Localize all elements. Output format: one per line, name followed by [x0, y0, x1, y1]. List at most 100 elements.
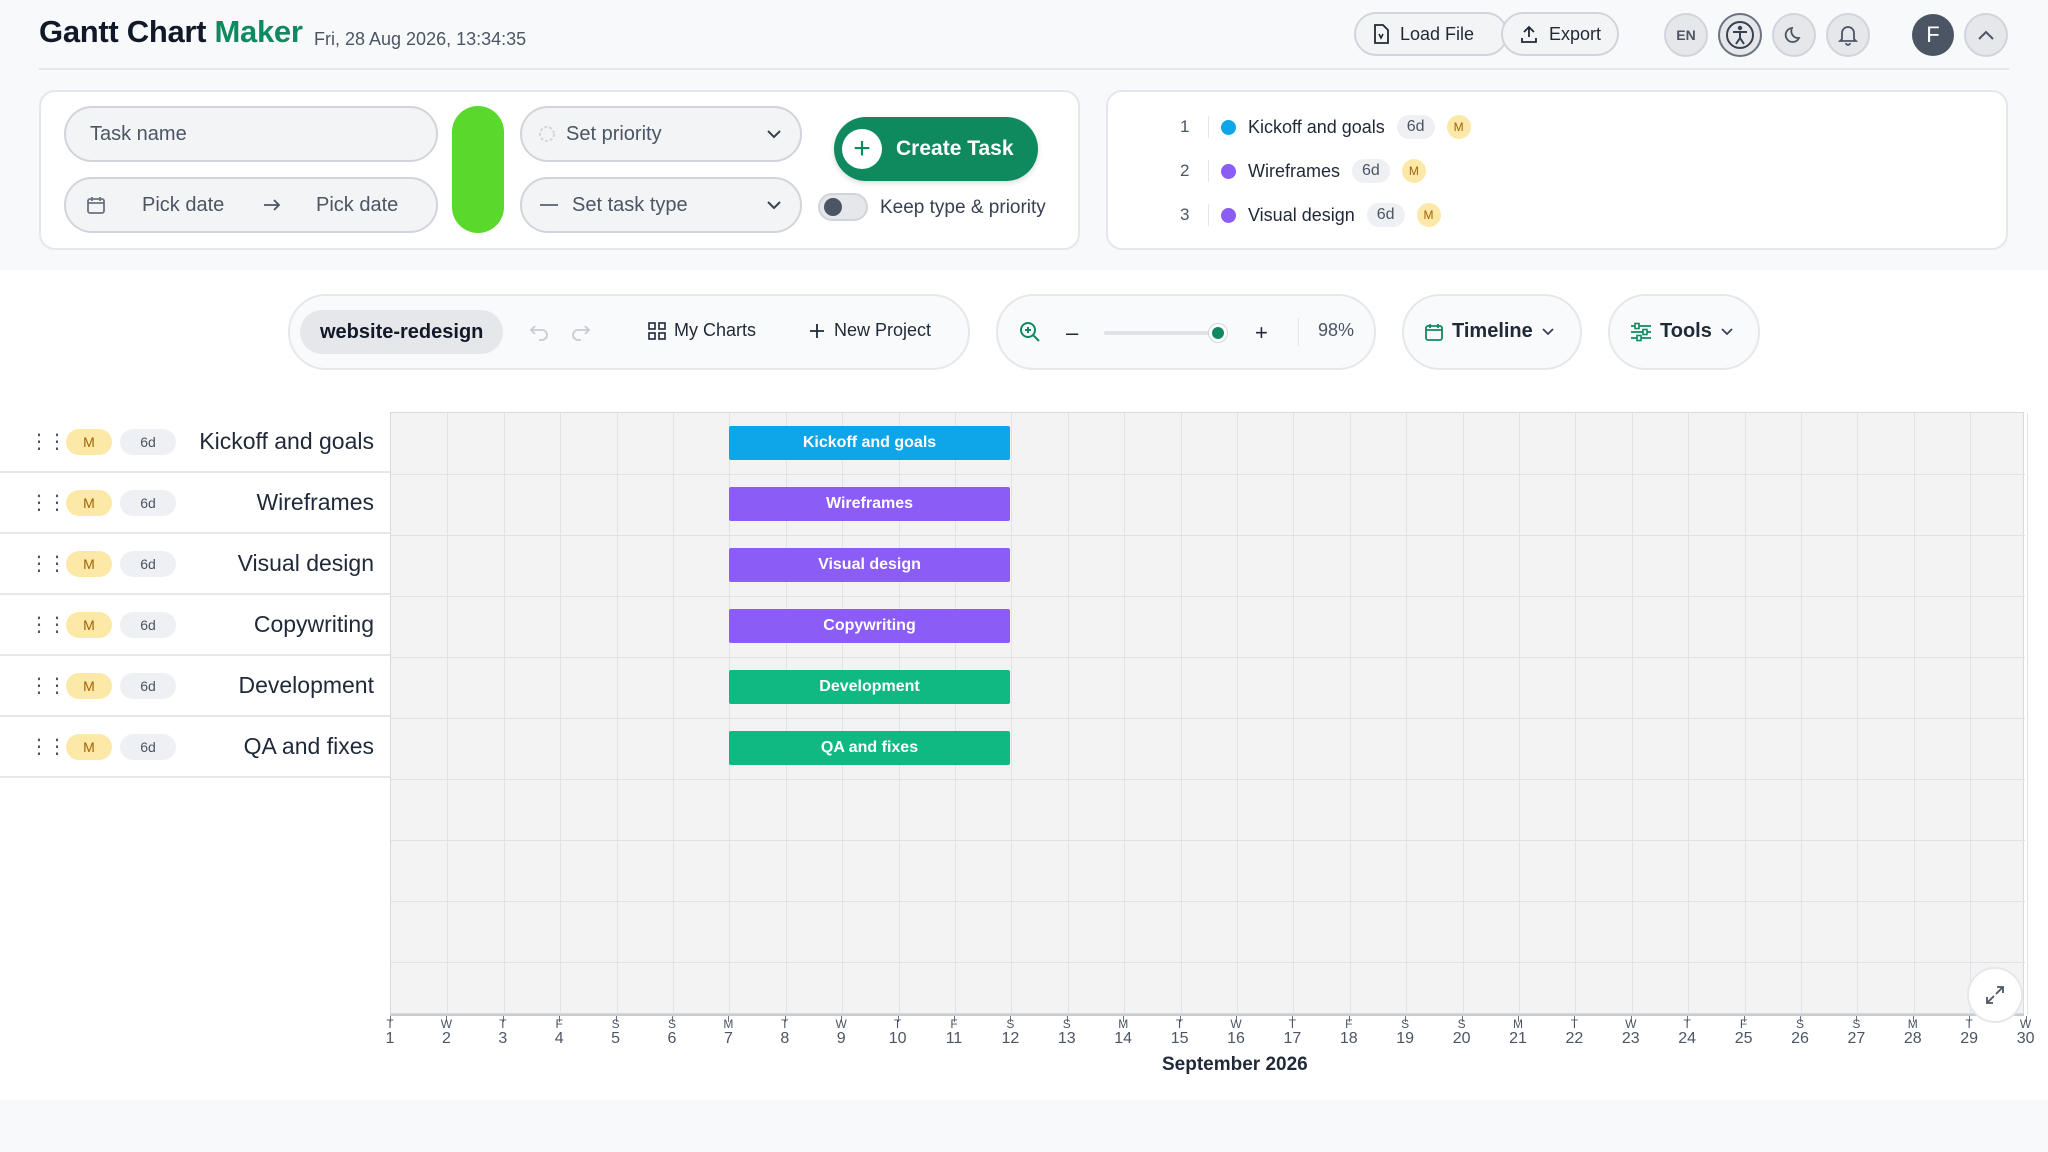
- load-file-button[interactable]: Load File: [1354, 12, 1508, 56]
- preview-item[interactable]: 3 Visual design 6d M: [1180, 200, 1441, 230]
- task-row[interactable]: ⋮⋮ M 6d Copywriting: [0, 595, 390, 656]
- calendar-icon: [87, 197, 105, 214]
- grid-row-line: [391, 840, 2025, 841]
- axis-date-label: 22: [1565, 1030, 1584, 1047]
- drag-handle-icon[interactable]: ⋮⋮: [29, 429, 67, 454]
- priority-badge: M: [66, 672, 112, 699]
- axis-date-label: 1: [385, 1030, 395, 1047]
- priority-select[interactable]: Set priority: [520, 106, 802, 162]
- chevron-down-icon: [1721, 327, 1733, 335]
- axis-date-label: 18: [1339, 1030, 1358, 1047]
- drag-handle-icon[interactable]: ⋮⋮: [29, 490, 67, 515]
- axis-day-label: T: [893, 1017, 902, 1031]
- task-bar[interactable]: Wireframes: [729, 487, 1010, 521]
- grid-column-line: [616, 413, 618, 1015]
- duration-badge: 6d: [120, 489, 176, 516]
- chevron-up-icon: [1978, 30, 1994, 40]
- zoom-slider-handle[interactable]: [1208, 324, 1227, 342]
- app-title-accent: Maker: [214, 14, 303, 49]
- axis-date-label: 6: [667, 1030, 677, 1047]
- axis-date-label: 4: [554, 1030, 564, 1047]
- redo-icon[interactable]: [570, 322, 592, 342]
- axis-date-label: 8: [780, 1030, 790, 1047]
- axis-date-label: 11: [945, 1030, 963, 1047]
- timeline-button[interactable]: Timeline: [1424, 320, 1555, 343]
- tools-button[interactable]: Tools: [1630, 320, 1734, 343]
- timeline-axis: T 1 W 2 T 3 F 4 S 5 S 6 M 7 T 8 W 9 T 10 F 11 S 12 S 13 M 14 T 15 W 16 T…: [386, 1014, 2034, 1050]
- axis-date-label: 15: [1170, 1030, 1189, 1047]
- grid-column-line: [1801, 413, 1802, 1015]
- drag-handle-icon[interactable]: ⋮⋮: [29, 734, 67, 759]
- project-name[interactable]: website-redesign: [300, 310, 504, 354]
- keep-type-toggle[interactable]: [818, 193, 868, 221]
- axis-date-label: 3: [498, 1030, 508, 1047]
- task-name-input[interactable]: Task name: [64, 106, 438, 162]
- export-button[interactable]: Export: [1501, 12, 1619, 56]
- axis-date-label: 23: [1621, 1030, 1640, 1047]
- axis-day-label: S: [1006, 1017, 1015, 1031]
- zoom-slider[interactable]: [1104, 324, 1227, 342]
- language-button[interactable]: EN: [1664, 13, 1708, 57]
- axis-date-label: 28: [1903, 1030, 1922, 1047]
- calendar-icon: [1425, 323, 1443, 341]
- axis-day-label: T: [386, 1017, 394, 1031]
- axis-day-label: S: [611, 1017, 620, 1031]
- grid-column-line: [1011, 413, 1013, 1015]
- preview-item[interactable]: 2 Wireframes 6d M: [1180, 156, 1426, 186]
- new-project-button[interactable]: New Project: [808, 320, 931, 341]
- collapse-header-button[interactable]: [1964, 13, 2008, 57]
- expand-icon: [1986, 986, 2004, 1004]
- task-row[interactable]: ⋮⋮ M 6d Kickoff and goals: [0, 412, 390, 473]
- keep-type-label: Keep type & priority: [880, 197, 1046, 218]
- fullscreen-button[interactable]: [1967, 967, 2023, 1023]
- my-charts-button[interactable]: My Charts: [648, 320, 756, 341]
- date-range-input[interactable]: Pick date Pick date: [64, 177, 438, 233]
- drag-handle-icon[interactable]: ⋮⋮: [29, 673, 67, 698]
- task-type-select[interactable]: Set task type: [520, 177, 802, 233]
- axis-day-label: F: [950, 1017, 958, 1031]
- task-color-picker[interactable]: [452, 106, 504, 233]
- task-name: Copywriting: [253, 611, 374, 637]
- grid-row-line: [391, 901, 2025, 902]
- create-task-label: Create Task: [896, 137, 1014, 160]
- task-row[interactable]: ⋮⋮ M 6d QA and fixes: [0, 717, 390, 778]
- grid-column-line: [1575, 413, 1577, 1015]
- toggle-knob: [824, 198, 842, 216]
- zoom-in-icon[interactable]: [1019, 321, 1041, 343]
- task-bar[interactable]: QA and fixes: [729, 731, 1010, 765]
- zoom-out-button[interactable]: –: [1066, 320, 1078, 346]
- task-row[interactable]: ⋮⋮ M 6d Wireframes: [0, 473, 390, 534]
- task-row[interactable]: ⋮⋮ M 6d Development: [0, 656, 390, 717]
- task-row[interactable]: ⋮⋮ M 6d Visual design: [0, 534, 390, 595]
- grid-column-line: [1406, 413, 1408, 1015]
- create-task-button[interactable]: + Create Task: [834, 117, 1038, 181]
- task-bar[interactable]: Development: [729, 670, 1010, 704]
- user-avatar[interactable]: F: [1912, 14, 1954, 56]
- zoom-in-button[interactable]: +: [1255, 320, 1268, 346]
- notifications-button[interactable]: [1826, 13, 1870, 57]
- dark-mode-button[interactable]: [1772, 13, 1816, 57]
- axis-date-label: 13: [1057, 1030, 1076, 1047]
- app-title: Gantt Chart Maker: [39, 14, 303, 50]
- axis-date-label: 12: [1001, 1030, 1020, 1047]
- axis-day-label: T: [499, 1017, 507, 1031]
- axis-date-label: 19: [1396, 1030, 1415, 1047]
- plus-icon: [810, 323, 824, 338]
- undo-icon[interactable]: [528, 322, 550, 342]
- axis-day-label: W: [835, 1017, 847, 1031]
- task-bar[interactable]: Kickoff and goals: [729, 426, 1010, 460]
- accessibility-button[interactable]: [1718, 13, 1762, 57]
- drag-handle-icon[interactable]: ⋮⋮: [29, 612, 67, 637]
- grid-column-line: [2026, 413, 2028, 1015]
- drag-handle-icon[interactable]: ⋮⋮: [29, 551, 67, 576]
- preview-item[interactable]: 1 Kickoff and goals 6d M: [1180, 112, 1471, 142]
- start-date-field[interactable]: Pick date: [142, 194, 224, 217]
- axis-day-label: S: [667, 1017, 676, 1031]
- end-date-field[interactable]: Pick date: [316, 194, 398, 217]
- file-icon: [1374, 24, 1389, 44]
- preview-index: 1: [1180, 117, 1190, 136]
- moon-icon: [1784, 26, 1801, 43]
- axis-date-label: 24: [1678, 1030, 1697, 1047]
- task-bar[interactable]: Visual design: [729, 548, 1010, 582]
- task-bar[interactable]: Copywriting: [729, 609, 1010, 643]
